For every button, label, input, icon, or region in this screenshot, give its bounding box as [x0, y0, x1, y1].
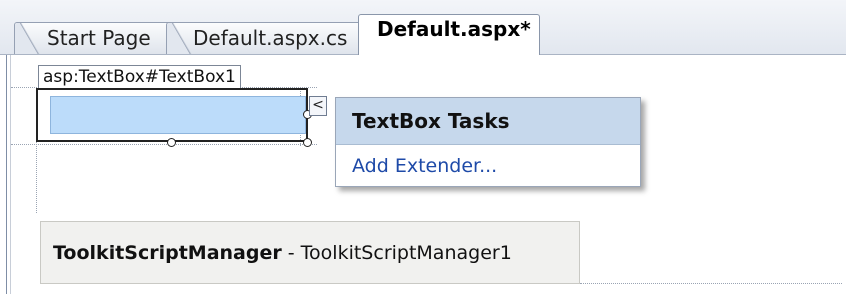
textbox-selection-frame[interactable]	[36, 88, 308, 142]
textbox-tasks-panel: TextBox Tasks Add Extender...	[335, 97, 641, 187]
resize-handle-corner[interactable]	[303, 138, 312, 147]
tab-start-page[interactable]: Start Page	[14, 22, 184, 54]
document-tab-strip: Start Page Default.aspx.cs Default.aspx*	[0, 0, 846, 55]
toolkit-script-manager-control[interactable]: ToolkitScriptManager - ToolkitScriptMana…	[40, 221, 580, 284]
layout-guide	[11, 144, 317, 145]
tasks-panel-title: TextBox Tasks	[336, 98, 640, 145]
layout-guide	[580, 283, 842, 284]
control-separator: -	[281, 242, 301, 264]
control-instance-name: ToolkitScriptManager1	[300, 242, 512, 264]
control-tag: asp:TextBox#TextBox1	[38, 65, 241, 88]
tab-label: Default.aspx.cs	[193, 26, 348, 50]
tab-slant	[15, 23, 43, 54]
tab-slant	[167, 23, 195, 54]
surface-border	[6, 55, 7, 294]
add-extender-link[interactable]: Add Extender...	[352, 153, 497, 179]
surface-border-inner	[10, 55, 11, 294]
tab-label: Start Page	[47, 26, 151, 50]
tab-default-aspx-cs[interactable]: Default.aspx.cs	[166, 22, 374, 54]
tab-default-aspx[interactable]: Default.aspx*	[358, 14, 540, 55]
resize-handle-bottom[interactable]	[167, 138, 176, 147]
tab-label: Default.aspx*	[377, 17, 531, 41]
design-surface[interactable]: asp:TextBox#TextBox1 < TextBox Tasks Add…	[0, 55, 846, 294]
textbox-control[interactable]	[50, 96, 306, 134]
control-type-name: ToolkitScriptManager	[53, 242, 282, 264]
smart-tag-button[interactable]: <	[309, 96, 327, 116]
